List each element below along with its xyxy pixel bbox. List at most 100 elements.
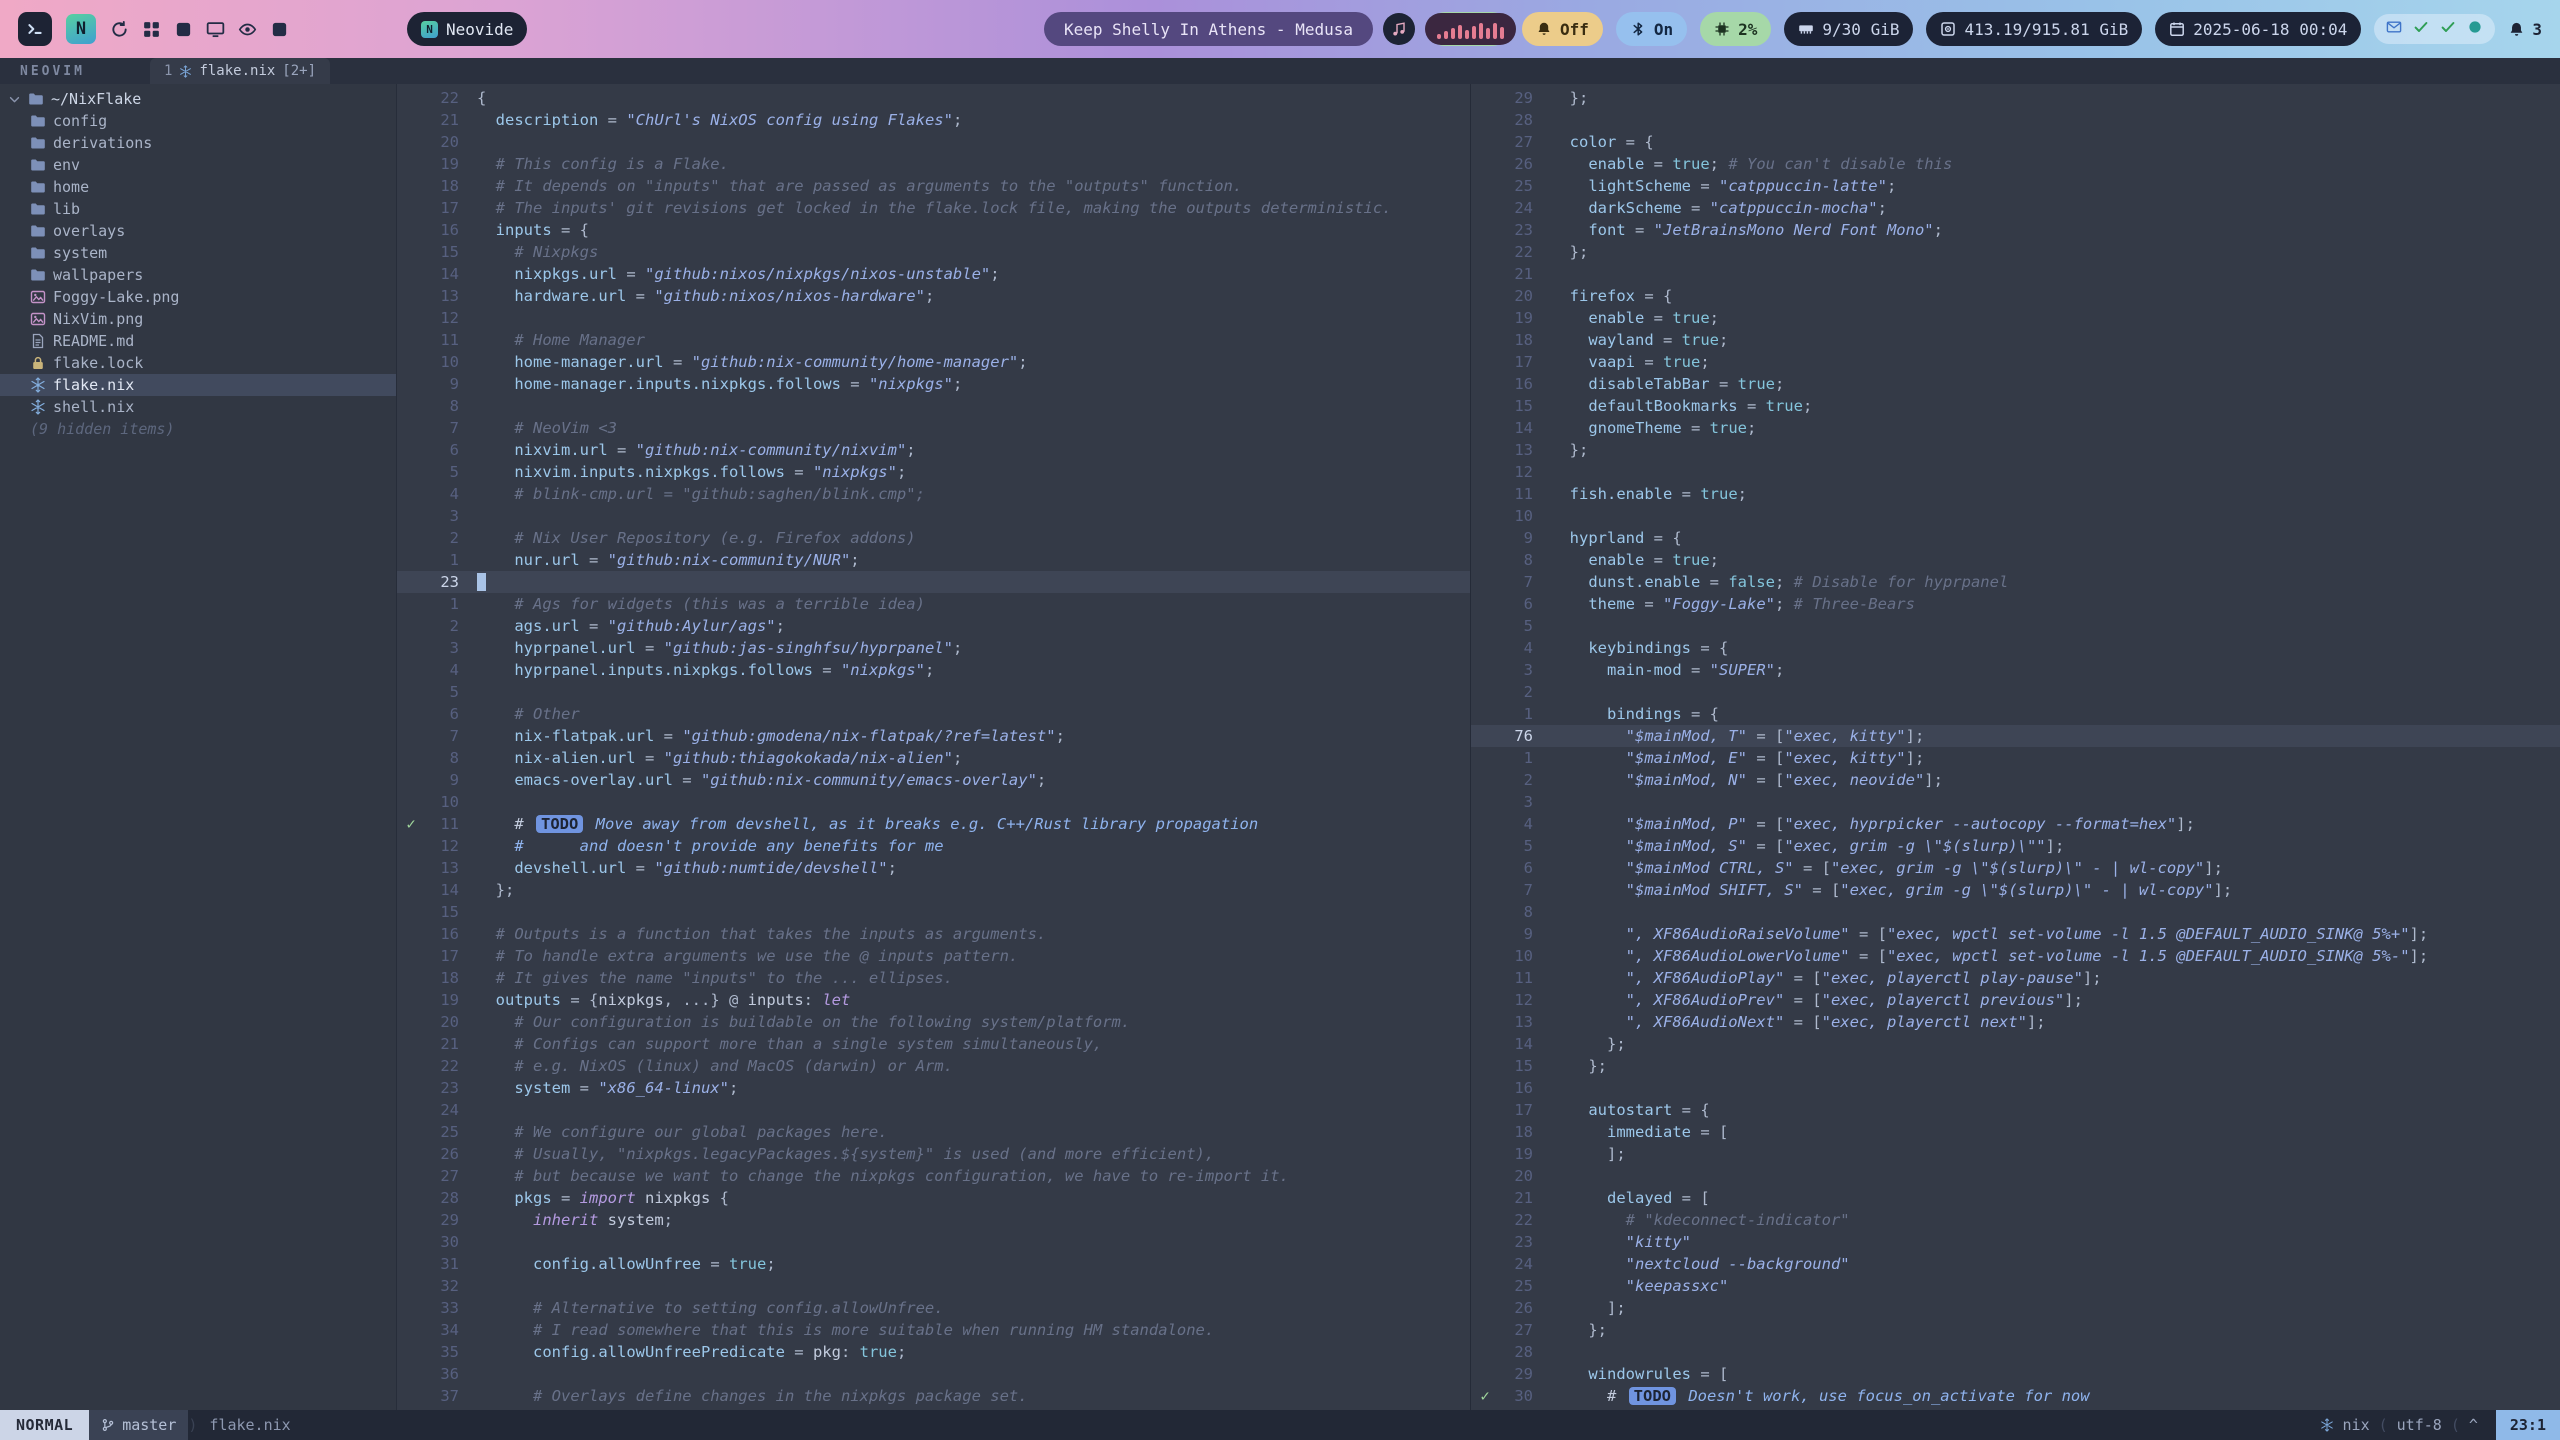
code-line[interactable]: 29 windowrules = [ — [1471, 1363, 2560, 1385]
code-line[interactable]: 17 autostart = { — [1471, 1099, 2560, 1121]
code-line[interactable]: 2 # Nix User Repository (e.g. Firefox ad… — [397, 527, 1470, 549]
code-line[interactable]: 5 — [1471, 615, 2560, 637]
code-line[interactable]: 7 # NeoVim <3 — [397, 417, 1470, 439]
file-tree-item[interactable]: wallpapers — [0, 264, 396, 286]
code-line[interactable]: 9 emacs-overlay.url = "github:nix-commun… — [397, 769, 1470, 791]
code-line[interactable]: 23 — [397, 571, 1470, 593]
workspace-refresh-icon[interactable] — [110, 20, 129, 39]
code-line[interactable]: 11 fish.enable = true; — [1471, 483, 2560, 505]
code-line[interactable]: 10 ", XF86AudioLowerVolume" = ["exec, wp… — [1471, 945, 2560, 967]
code-line[interactable]: 36 — [397, 1363, 1470, 1385]
code-line[interactable]: 6 nixvim.url = "github:nix-community/nix… — [397, 439, 1470, 461]
now-playing-title[interactable]: Keep Shelly In Athens - Medusa — [1044, 12, 1373, 46]
topbar-module-disk[interactable]: 413.19/915.81 GiB — [1926, 12, 2142, 46]
code-line[interactable]: 16 # Outputs is a function that takes th… — [397, 923, 1470, 945]
code-line[interactable]: 16 inputs = { — [397, 219, 1470, 241]
code-line[interactable]: 12 ", XF86AudioPrev" = ["exec, playerctl… — [1471, 989, 2560, 1011]
code-line[interactable]: 22 # "kdeconnect-indicator" — [1471, 1209, 2560, 1231]
code-line[interactable]: 18 # It gives the name "inputs" to the .… — [397, 967, 1470, 989]
code-line[interactable]: 13 ", XF86AudioNext" = ["exec, playerctl… — [1471, 1011, 2560, 1033]
code-line[interactable]: ✓11 # TODO Move away from devshell, as i… — [397, 813, 1470, 835]
code-line[interactable]: 8 — [1471, 901, 2560, 923]
code-line[interactable]: 24 "nextcloud --background" — [1471, 1253, 2560, 1275]
code-line[interactable]: 28 pkgs = import nixpkgs { — [397, 1187, 1470, 1209]
code-line[interactable]: 4 hyprpanel.inputs.nixpkgs.follows = "ni… — [397, 659, 1470, 681]
buffer-tab-flake-nix[interactable]: 1 flake.nix [2+] — [150, 58, 330, 84]
code-line[interactable]: 34 # I read somewhere that this is more … — [397, 1319, 1470, 1341]
code-line[interactable]: 27 color = { — [1471, 131, 2560, 153]
code-line[interactable]: 1 nur.url = "github:nix-community/NUR"; — [397, 549, 1470, 571]
notifications-module[interactable]: 3 — [2508, 20, 2542, 39]
file-tree-item[interactable]: overlays — [0, 220, 396, 242]
code-line[interactable]: 5 "$mainMod, S" = ["exec, grim -g \"$(sl… — [1471, 835, 2560, 857]
code-line[interactable]: 2 "$mainMod, N" = ["exec, neovide"]; — [1471, 769, 2560, 791]
code-line[interactable]: 14 nixpkgs.url = "github:nixos/nixpkgs/n… — [397, 263, 1470, 285]
code-line[interactable]: 22 }; — [1471, 241, 2560, 263]
code-line[interactable]: 3 — [1471, 791, 2560, 813]
code-line[interactable]: 11 ", XF86AudioPlay" = ["exec, playerctl… — [1471, 967, 2560, 989]
code-line[interactable]: 26 # Usually, "nixpkgs.legacyPackages.${… — [397, 1143, 1470, 1165]
code-line[interactable]: 25 # We configure our global packages he… — [397, 1121, 1470, 1143]
code-line[interactable]: 13 hardware.url = "github:nixos/nixos-ha… — [397, 285, 1470, 307]
code-line[interactable]: 5 — [397, 681, 1470, 703]
code-line[interactable]: 18 # It depends on "inputs" that are pas… — [397, 175, 1470, 197]
code-line[interactable]: 15 — [397, 901, 1470, 923]
git-branch[interactable]: master — [89, 1410, 188, 1440]
workspace-square-icon[interactable] — [174, 20, 193, 39]
code-line[interactable]: 23 font = "JetBrainsMono Nerd Font Mono"… — [1471, 219, 2560, 241]
code-line[interactable]: 31 config.allowUnfree = true; — [397, 1253, 1470, 1275]
code-line[interactable]: 17 # The inputs' git revisions get locke… — [397, 197, 1470, 219]
code-line[interactable]: 13 }; — [1471, 439, 2560, 461]
code-line[interactable]: 26 enable = true; # You can't disable th… — [1471, 153, 2560, 175]
code-line[interactable]: 18 wayland = true; — [1471, 329, 2560, 351]
code-line[interactable]: 4 # blink-cmp.url = "github:saghen/blink… — [397, 483, 1470, 505]
code-line[interactable]: 17 # To handle extra arguments we use th… — [397, 945, 1470, 967]
code-line[interactable]: 35 config.allowUnfreePredicate = pkg: tr… — [397, 1341, 1470, 1363]
code-line[interactable]: 8 — [397, 395, 1470, 417]
code-line[interactable]: 17 vaapi = true; — [1471, 351, 2560, 373]
code-line[interactable]: 3 — [397, 505, 1470, 527]
code-line[interactable]: 33 # Alternative to setting config.allow… — [397, 1297, 1470, 1319]
topbar-module-clock[interactable]: 2025-06-18 00:04 — [2155, 12, 2361, 46]
code-line[interactable]: ✓30 # TODO Doesn't work, use focus_on_ac… — [1471, 1385, 2560, 1407]
tray-circle-icon[interactable] — [2467, 19, 2483, 39]
file-tree-item[interactable]: config — [0, 110, 396, 132]
code-line[interactable]: 12 # and doesn't provide any benefits fo… — [397, 835, 1470, 857]
file-tree-item[interactable]: flake.nix — [0, 374, 396, 396]
code-line[interactable]: 22 # e.g. NixOS (linux) and MacOS (darwi… — [397, 1055, 1470, 1077]
code-line[interactable]: 20 firefox = { — [1471, 285, 2560, 307]
code-line[interactable]: 6 theme = "Foggy-Lake"; # Three-Bears — [1471, 593, 2560, 615]
tray-envelope-icon[interactable] — [2386, 19, 2402, 39]
code-line[interactable]: 26 ]; — [1471, 1297, 2560, 1319]
code-line[interactable]: 7 nix-flatpak.url = "github:gmodena/nix-… — [397, 725, 1470, 747]
code-line[interactable]: 7 dunst.enable = false; # Disable for hy… — [1471, 571, 2560, 593]
code-line[interactable]: 1 bindings = { — [1471, 703, 2560, 725]
workspace-grid-icon[interactable] — [142, 20, 161, 39]
topbar-module-idle-inhibitor[interactable]: Off — [1522, 12, 1603, 46]
code-line[interactable]: 6 # Other — [397, 703, 1470, 725]
file-tree-item[interactable]: Foggy-Lake.png — [0, 286, 396, 308]
code-line[interactable]: 10 home-manager.url = "github:nix-commun… — [397, 351, 1470, 373]
code-line[interactable]: 23 system = "x86_64-linux"; — [397, 1077, 1470, 1099]
file-tree-item[interactable]: lib — [0, 198, 396, 220]
code-line[interactable]: 20 — [1471, 1165, 2560, 1187]
file-tree-item[interactable]: derivations — [0, 132, 396, 154]
code-line[interactable]: 3 hyprpanel.url = "github:jas-singhfsu/h… — [397, 637, 1470, 659]
file-tree-item[interactable]: flake.lock — [0, 352, 396, 374]
code-line[interactable]: 8 enable = true; — [1471, 549, 2560, 571]
file-tree-item[interactable]: system — [0, 242, 396, 264]
code-line[interactable]: 19 outputs = {nixpkgs, ...} @ inputs: le… — [397, 989, 1470, 1011]
topbar-module-bluetooth[interactable]: On — [1616, 12, 1687, 46]
code-line[interactable]: 22{ — [397, 87, 1470, 109]
code-line[interactable]: 4 "$mainMod, P" = ["exec, hyprpicker --a… — [1471, 813, 2560, 835]
code-line[interactable]: 21 # Configs can support more than a sin… — [397, 1033, 1470, 1055]
code-line[interactable]: 29 inherit system; — [397, 1209, 1470, 1231]
code-line[interactable]: 15 defaultBookmarks = true; — [1471, 395, 2560, 417]
file-tree-item[interactable]: home — [0, 176, 396, 198]
code-line[interactable]: 15 # Nixpkgs — [397, 241, 1470, 263]
file-tree-item[interactable]: env — [0, 154, 396, 176]
code-line[interactable]: 1 "$mainMod, E" = ["exec, kitty"]; — [1471, 747, 2560, 769]
workspace-eye-icon[interactable] — [238, 20, 257, 39]
code-line[interactable]: 28 — [1471, 1341, 2560, 1363]
code-line[interactable]: 14 }; — [397, 879, 1470, 901]
